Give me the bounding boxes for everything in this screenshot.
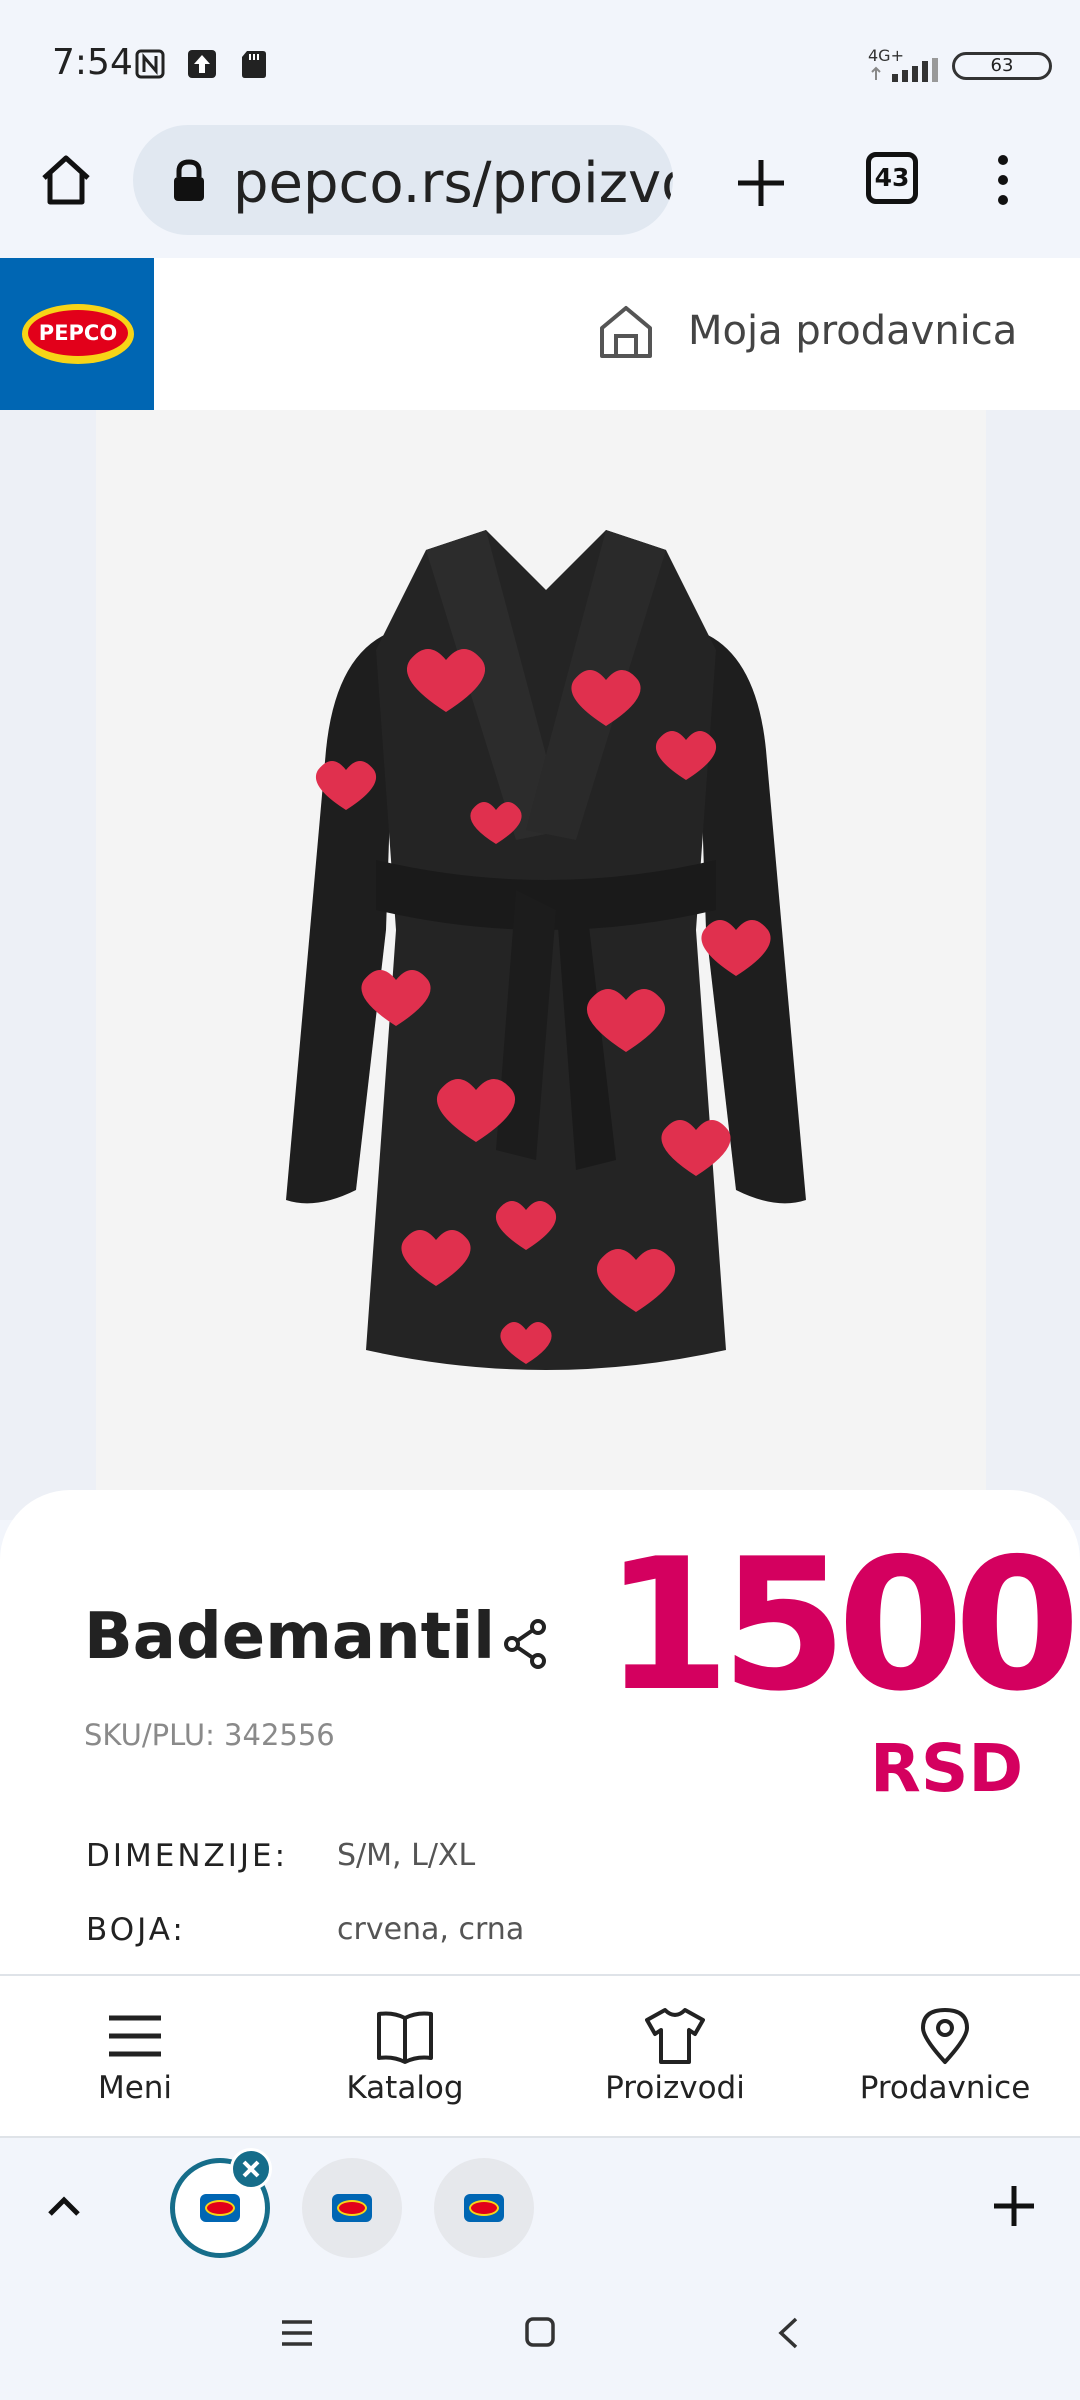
url-text[interactable]: pepco.rs/proizvo: [233, 151, 673, 216]
home-button-icon[interactable]: [524, 2316, 556, 2348]
upload-icon: [188, 50, 216, 78]
nfc-icon: [135, 49, 165, 79]
status-clock: 7:54: [52, 42, 133, 83]
browser-tab-bar: [0, 2136, 1080, 2274]
tab-switcher-icon[interactable]: 43: [866, 152, 918, 204]
nav-catalog[interactable]: Katalog: [270, 1976, 540, 2136]
spec-label-dimensions: DIMENZIJE:: [86, 1838, 289, 1874]
spec-label-color: BOJA:: [86, 1912, 186, 1948]
chevron-up-icon[interactable]: [44, 2192, 84, 2220]
close-tab-button[interactable]: [230, 2148, 272, 2190]
tab-favicon: [332, 2194, 372, 2222]
tab-favicon: [464, 2194, 504, 2222]
location-pin-icon: [921, 2008, 969, 2064]
tab-group-item[interactable]: [302, 2158, 402, 2258]
site-header: PEPCO Moja prodavnica: [0, 258, 1080, 412]
product-info-panel: Bademantil SKU/PLU: 342556 1500 RSD DIME…: [0, 1490, 1080, 1974]
new-tab-icon[interactable]: [732, 154, 790, 212]
product-price: 1500: [604, 1519, 1080, 1731]
battery-icon: 63: [952, 52, 1052, 80]
book-icon: [377, 2011, 433, 2064]
bathrobe-image: [286, 530, 806, 1370]
tab-favicon: [200, 2194, 240, 2222]
add-tab-icon[interactable]: [990, 2182, 1038, 2230]
pepco-logo[interactable]: PEPCO: [0, 258, 154, 410]
tshirt-icon: [645, 2008, 705, 2064]
url-bar[interactable]: pepco.rs/proizvo: [133, 125, 673, 235]
nav-stores-label: Prodavnice: [859, 2070, 1031, 2106]
my-store-link[interactable]: Moja prodavnica: [688, 308, 1017, 354]
nav-catalog-label: Katalog: [346, 2070, 464, 2106]
system-nav-bar: [0, 2272, 1080, 2400]
share-icon[interactable]: [502, 1618, 550, 1670]
lock-icon: [174, 159, 204, 201]
product-title: Bademantil: [84, 1600, 496, 1674]
home-icon[interactable]: [36, 150, 96, 210]
recent-apps-icon[interactable]: [280, 2318, 314, 2348]
nav-stores[interactable]: Prodavnice: [810, 1976, 1080, 2136]
product-sku: SKU/PLU: 342556: [84, 1718, 335, 1752]
nav-products-label: Proizvodi: [605, 2070, 745, 2106]
menu-icon: [109, 2015, 161, 2057]
price-currency: RSD: [870, 1730, 1024, 1807]
close-icon: [242, 2160, 260, 2178]
store-home-icon[interactable]: [596, 302, 656, 362]
tab-group-item[interactable]: [434, 2158, 534, 2258]
site-bottom-nav: Meni Katalog Proizvodi Prodavnice: [0, 1974, 1080, 2136]
nav-products[interactable]: Proizvodi: [540, 1976, 810, 2136]
product-image[interactable]: [96, 410, 986, 1520]
nav-menu[interactable]: Meni: [0, 1976, 270, 2136]
logo-text: PEPCO: [28, 310, 128, 356]
overflow-menu-icon[interactable]: [988, 152, 1018, 208]
back-icon[interactable]: [776, 2316, 800, 2350]
signal-icon: [871, 58, 938, 82]
nav-menu-label: Meni: [97, 2070, 173, 2106]
sd-card-icon: [242, 51, 266, 78]
spec-value-color: crvena, crna: [337, 1912, 525, 1947]
spec-value-dimensions: S/M, L/XL: [337, 1838, 476, 1873]
